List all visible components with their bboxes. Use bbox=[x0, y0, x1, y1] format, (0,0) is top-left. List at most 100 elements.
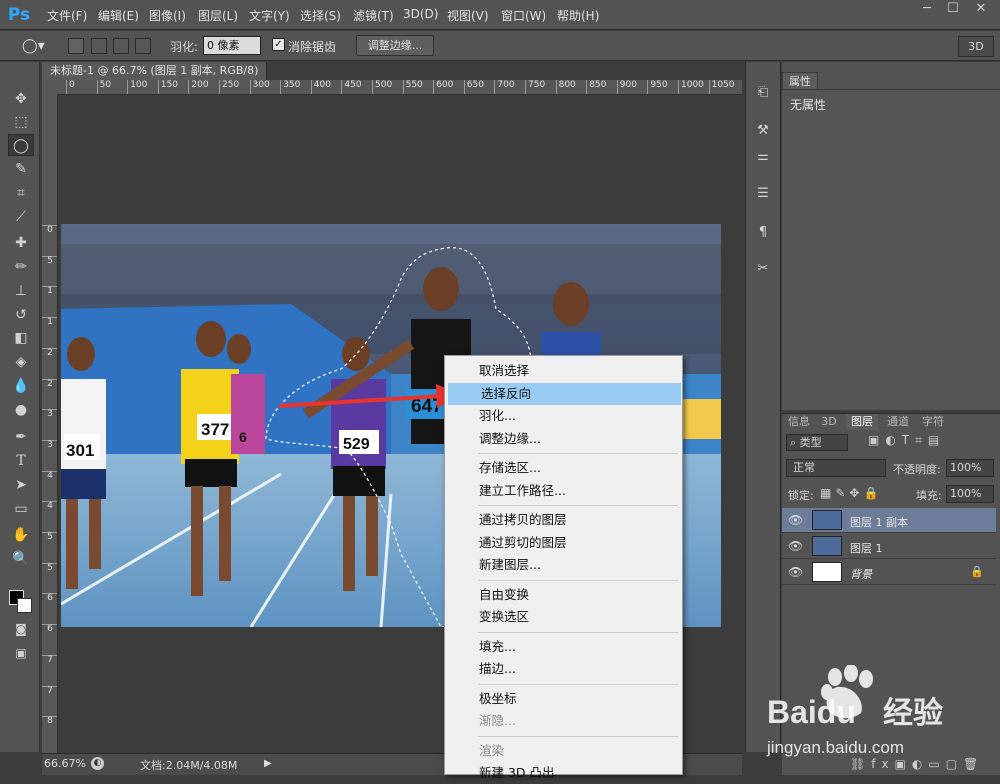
context-menu-item[interactable]: 填充... bbox=[446, 636, 681, 658]
ruler-v-tick: 6 bbox=[42, 624, 57, 634]
menu-help[interactable]: 帮助(H) bbox=[557, 7, 599, 24]
ruler-h-tick: 350 bbox=[280, 80, 300, 94]
status-info-icon[interactable]: ◐ bbox=[91, 757, 104, 770]
blend-mode-select[interactable]: 正常 bbox=[786, 459, 886, 477]
minimize-icon[interactable]: ─ bbox=[914, 0, 940, 18]
context-menu-item[interactable]: 选择反向 bbox=[448, 382, 681, 405]
stamp-tool-icon[interactable]: ⊥ bbox=[8, 280, 34, 302]
menu-edit[interactable]: 编辑(E) bbox=[98, 7, 139, 24]
paragraph-styles-icon[interactable]: ☰ bbox=[751, 183, 775, 205]
lock-icons[interactable]: ▦✎✥🔒 bbox=[820, 486, 890, 500]
feather-input[interactable]: 0 像素 bbox=[203, 36, 261, 55]
bib-377: 377 bbox=[201, 420, 229, 439]
actions-panel-icon[interactable]: ⚒ bbox=[751, 120, 775, 142]
eye-icon[interactable]: 👁 bbox=[788, 565, 803, 579]
fill-input[interactable]: 100% bbox=[946, 485, 994, 503]
context-menu-item[interactable]: 自由变换 bbox=[446, 584, 681, 606]
paint-bucket-icon[interactable]: ◈ bbox=[8, 351, 34, 373]
document-size: 文档:2.04M/4.08M bbox=[140, 759, 238, 772]
subtract-selection-icon[interactable] bbox=[113, 38, 129, 54]
context-menu-item[interactable]: 通过剪切的图层 bbox=[446, 532, 681, 554]
document-tab[interactable]: 未标题-1 @ 66.7% (图层 1 副本, RGB/8) * bbox=[42, 62, 267, 95]
brush-tool-icon[interactable]: ✏ bbox=[8, 256, 34, 278]
background-color-swatch[interactable] bbox=[17, 598, 32, 613]
ruler-v-tick: 1 bbox=[42, 286, 57, 296]
maximize-icon[interactable]: ☐ bbox=[940, 0, 966, 18]
context-menu-item[interactable]: 通过拷贝的图层 bbox=[446, 509, 681, 531]
path-select-icon[interactable]: ➤ bbox=[8, 474, 34, 496]
intersect-selection-icon[interactable] bbox=[135, 38, 151, 54]
tab-character[interactable]: 字符 bbox=[918, 414, 948, 430]
ruler-h-tick: 700 bbox=[494, 80, 515, 94]
tab-channels[interactable]: 通道 bbox=[883, 414, 913, 430]
ruler-v-tick: 7 bbox=[42, 685, 57, 696]
pen-tool-icon[interactable]: ✒ bbox=[8, 426, 34, 448]
opacity-input[interactable]: 100% bbox=[946, 459, 994, 477]
tab-info[interactable]: 信息 bbox=[786, 414, 812, 430]
tab-3d[interactable]: 3D bbox=[817, 414, 841, 430]
context-menu-item[interactable]: 变换选区 bbox=[446, 606, 681, 628]
tab-properties[interactable]: 属性 bbox=[782, 72, 818, 89]
hand-tool-icon[interactable]: ✋ bbox=[8, 524, 34, 546]
context-menu-item[interactable]: 羽化... bbox=[446, 405, 681, 427]
ruler-h-tick: 150 bbox=[157, 80, 178, 94]
healing-brush-icon[interactable]: ✚ bbox=[8, 232, 34, 254]
context-menu-item[interactable]: 新建 3D 凸出 bbox=[446, 762, 681, 784]
dodge-tool-icon[interactable]: ● bbox=[8, 399, 34, 421]
ruler-corner bbox=[42, 80, 58, 95]
context-menu-item[interactable]: 存储选区... bbox=[446, 457, 681, 479]
layer-row[interactable]: 👁 图层 1 bbox=[782, 534, 996, 559]
type-tool-icon[interactable]: T bbox=[8, 450, 34, 472]
layer-row[interactable]: 👁 背景 🔒 bbox=[782, 560, 996, 585]
quick-mask-icon[interactable]: ◙ bbox=[8, 618, 34, 640]
context-menu-item[interactable]: 取消选择 bbox=[446, 360, 681, 382]
context-menu-item[interactable]: 描边... bbox=[446, 658, 681, 680]
ruler-v-tick: 2 bbox=[42, 347, 57, 358]
tab-layers[interactable]: 图层 bbox=[846, 414, 878, 430]
layer-filter-select[interactable]: ⌕ 类型 bbox=[786, 434, 848, 451]
antialias-checkbox[interactable]: ✓ bbox=[272, 38, 285, 51]
history-brush-icon[interactable]: ↺ bbox=[8, 304, 34, 326]
status-menu-arrow-icon[interactable]: ▶ bbox=[264, 757, 275, 770]
menu-select[interactable]: 选择(S) bbox=[300, 7, 341, 24]
context-menu-item[interactable]: 极坐标 bbox=[446, 688, 681, 710]
marquee-tool-icon[interactable]: ⬚ bbox=[8, 111, 34, 133]
layer-row[interactable]: 👁 图层 1 副本 bbox=[782, 508, 996, 533]
lasso-preset-icon[interactable]: ◯▾ bbox=[22, 38, 50, 56]
close-icon[interactable]: ✕ bbox=[966, 0, 996, 18]
context-menu-item[interactable]: 建立工作路径... bbox=[446, 480, 681, 502]
blur-tool-icon[interactable]: 💧 bbox=[8, 375, 34, 397]
3d-mode-button[interactable]: 3D bbox=[958, 36, 994, 57]
menu-filter[interactable]: 滤镜(T) bbox=[353, 7, 394, 24]
menu-window[interactable]: 窗口(W) bbox=[501, 7, 546, 24]
eye-icon[interactable]: 👁 bbox=[788, 513, 803, 527]
crop-tool-icon[interactable]: ⌗ bbox=[8, 182, 34, 204]
refine-edge-button[interactable]: 调整边缘... bbox=[356, 35, 434, 56]
context-menu-item[interactable]: 新建图层... bbox=[446, 554, 681, 576]
menu-image[interactable]: 图像(I) bbox=[149, 7, 186, 24]
eyedropper-icon[interactable]: ⟋ bbox=[8, 206, 34, 228]
menu-layer[interactable]: 图层(L) bbox=[198, 7, 238, 24]
adjustments-panel-icon[interactable]: ⚌ bbox=[751, 146, 775, 168]
eraser-tool-icon[interactable]: ◧ bbox=[8, 327, 34, 349]
screen-mode-icon[interactable]: ▣ bbox=[8, 642, 34, 664]
menu-3d[interactable]: 3D(D) bbox=[403, 7, 438, 21]
tool-presets-icon[interactable]: ✂ bbox=[751, 258, 775, 280]
zoom-readout[interactable]: 66.67% bbox=[44, 757, 86, 770]
add-selection-icon[interactable] bbox=[91, 38, 107, 54]
menu-file[interactable]: 文件(F) bbox=[47, 7, 87, 24]
menu-view[interactable]: 视图(V) bbox=[447, 7, 489, 24]
menu-type[interactable]: 文字(Y) bbox=[249, 7, 290, 24]
eye-icon[interactable]: 👁 bbox=[788, 539, 803, 553]
context-menu-item[interactable]: 调整边缘... bbox=[446, 428, 681, 450]
rectangle-tool-icon[interactable]: ▭ bbox=[8, 498, 34, 520]
lasso-tool-icon[interactable]: ◯ bbox=[8, 134, 34, 156]
quick-select-icon[interactable]: ✎ bbox=[8, 158, 34, 180]
layer-footer-icons[interactable]: ⛓fx▣◐▭▢🗑 bbox=[850, 757, 990, 771]
layer-filter-icons[interactable]: ▣◐T⌗▤ bbox=[868, 433, 968, 450]
move-tool-icon[interactable]: ✥ bbox=[8, 88, 34, 110]
zoom-tool-icon[interactable]: 🔍 bbox=[8, 548, 34, 570]
new-selection-icon[interactable] bbox=[68, 38, 84, 54]
history-panel-icon[interactable]: ⎗ bbox=[751, 82, 775, 104]
paragraph-icon[interactable]: ¶ bbox=[751, 222, 775, 244]
